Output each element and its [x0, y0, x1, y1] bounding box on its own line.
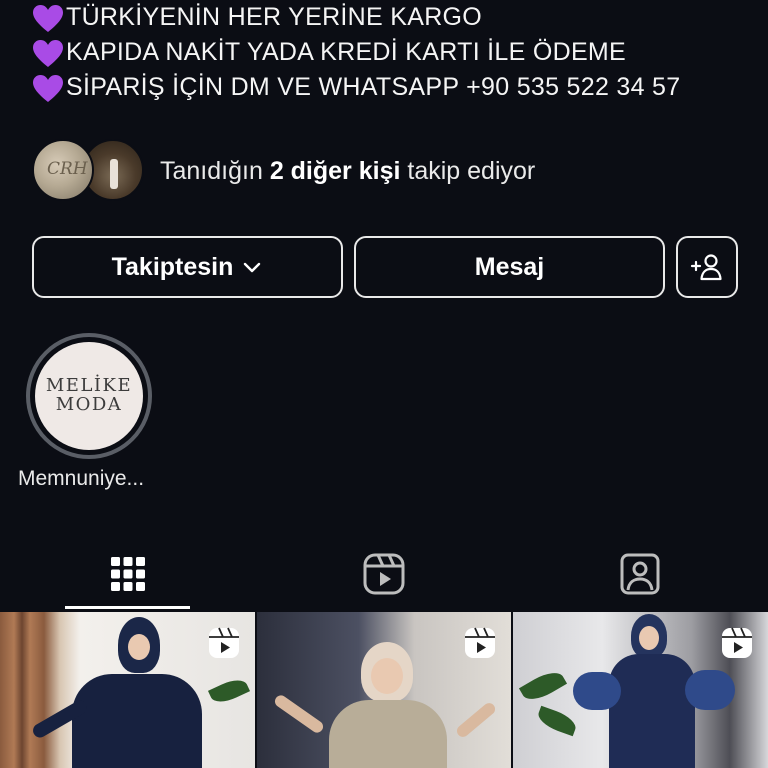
avatar: CRH: [32, 139, 94, 201]
avatar-text: CRH: [47, 159, 88, 179]
mutual-followers-avatars[interactable]: CRH: [32, 139, 144, 203]
bio-line-shipping: TÜRKİYENİN HER YERİNE KARGO: [32, 0, 752, 35]
profile-bio: TÜRKİYENİN HER YERİNE KARGO KAPIDA NAKİT…: [32, 0, 752, 105]
post-thumbnail[interactable]: [0, 612, 255, 768]
following-label: Takiptesin: [111, 252, 234, 281]
tagged-person-icon: [620, 553, 660, 595]
bio-line-order: SİPARİŞ İÇİN DM VE WHATSAPP +90 535 522 …: [32, 70, 752, 105]
bio-line-text: KAPIDA NAKİT YADA KREDİ KARTI İLE ÖDEME: [66, 38, 627, 66]
posts-grid: [0, 612, 768, 768]
bio-line-text: TÜRKİYENİN HER YERİNE KARGO: [66, 3, 483, 31]
logo-line-2: MODA: [55, 394, 123, 415]
add-person-icon: [690, 254, 722, 281]
purple-heart-icon: [32, 4, 66, 34]
followed-by-suffix: takip ediyor: [400, 156, 536, 185]
reels-icon: [208, 627, 239, 658]
profile-actions: Takiptesin Mesaj: [32, 236, 738, 298]
story-highlight[interactable]: MELİKE MODA Memnuniye...: [18, 333, 154, 490]
tab-posts[interactable]: [0, 538, 256, 610]
grid-icon: [111, 557, 145, 591]
followed-by-text[interactable]: Tanıdığın 2 diğer kişi takip ediyor: [160, 157, 535, 186]
reels-icon: [465, 627, 496, 658]
purple-heart-icon: [32, 39, 66, 69]
message-button[interactable]: Mesaj: [354, 236, 665, 298]
active-tab-indicator: [65, 606, 190, 609]
purple-heart-icon: [32, 74, 66, 104]
reels-icon: [363, 553, 405, 595]
reels-icon: [721, 627, 752, 658]
highlight-ring[interactable]: MELİKE MODA: [26, 333, 152, 459]
tab-reels[interactable]: [256, 538, 512, 610]
followed-by-prefix: Tanıdığın: [160, 156, 270, 185]
bio-line-payment: KAPIDA NAKİT YADA KREDİ KARTI İLE ÖDEME: [32, 35, 752, 70]
followed-by-count: 2 diğer kişi: [269, 156, 401, 185]
highlight-cover-logo: MELİKE MODA: [35, 342, 143, 450]
post-thumbnail[interactable]: [256, 612, 512, 768]
bio-line-text[interactable]: SİPARİŞ İÇİN DM VE WHATSAPP +90 535 522 …: [66, 73, 680, 102]
following-button[interactable]: Takiptesin: [32, 236, 343, 298]
chevron-down-icon: [244, 262, 261, 273]
post-thumbnail[interactable]: [513, 612, 768, 768]
message-label: Mesaj: [474, 252, 545, 281]
profile-tabs: [0, 538, 768, 610]
tab-tagged[interactable]: [512, 538, 768, 610]
highlight-label: Memnuniye...: [18, 467, 145, 490]
followed-by-row[interactable]: CRH Tanıdığın 2 diğer kişi takip ediyor: [32, 139, 535, 203]
add-user-button[interactable]: [676, 236, 738, 298]
